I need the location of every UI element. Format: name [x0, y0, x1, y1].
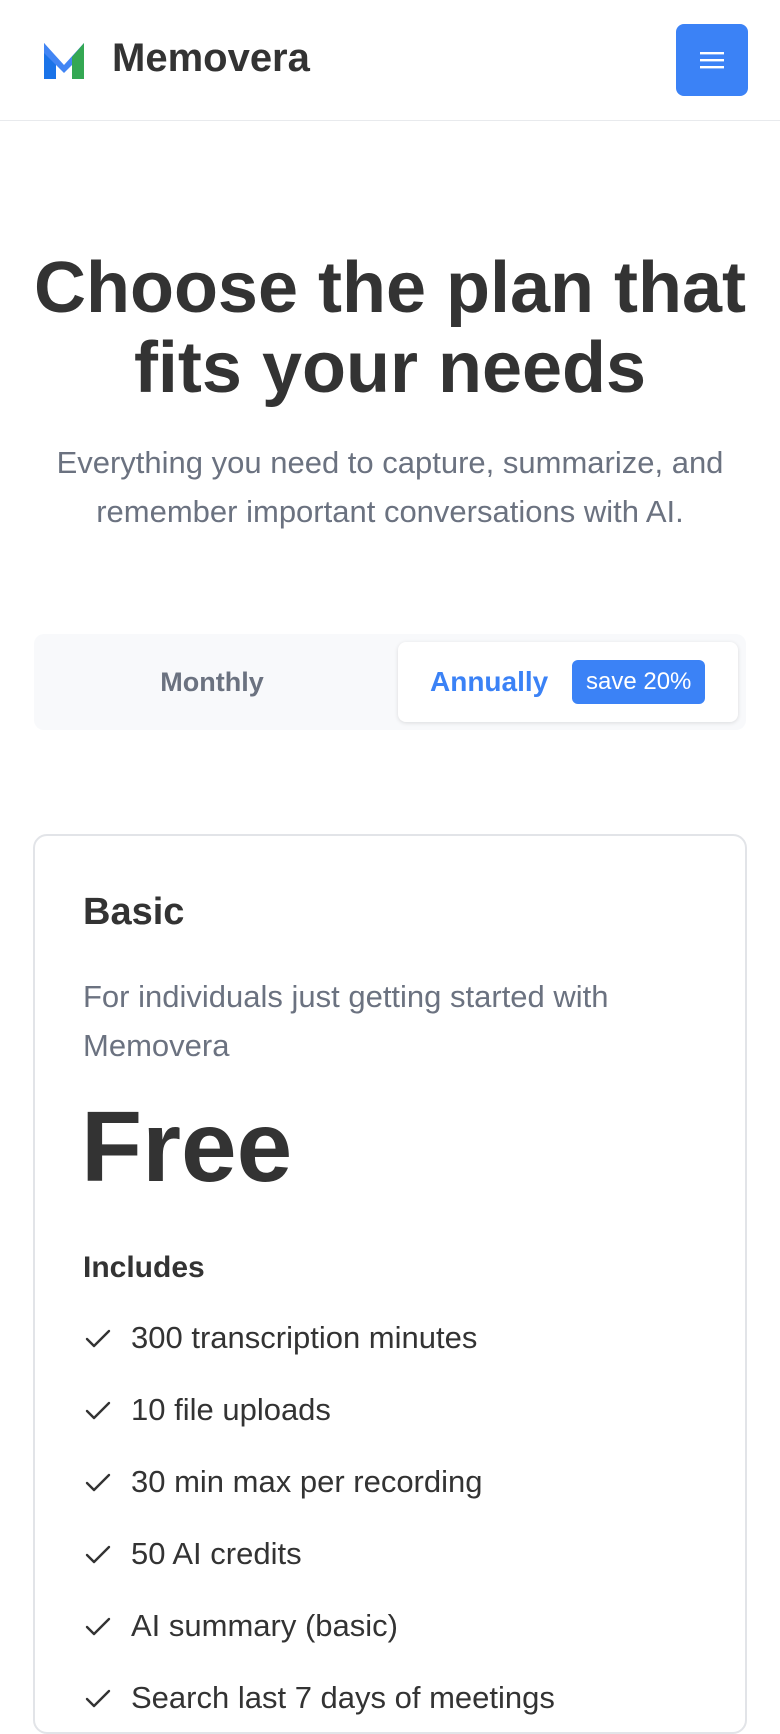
feature-item: AI summary (basic)	[83, 1590, 555, 1662]
feature-label: AI summary (basic)	[131, 1608, 398, 1643]
feature-label: 10 file uploads	[131, 1392, 331, 1427]
plan-description: For individuals just getting started wit…	[83, 979, 609, 1063]
check-icon	[85, 1401, 111, 1420]
check-icon	[85, 1329, 111, 1348]
check-icon	[85, 1617, 111, 1636]
billing-monthly-option[interactable]: Monthly	[34, 634, 390, 730]
feature-label: 30 min max per recording	[131, 1464, 483, 1499]
menu-button[interactable]	[676, 24, 748, 96]
feature-item: 30 min max per recording	[83, 1446, 555, 1518]
feature-item: Search last 7 days of meetings	[83, 1662, 555, 1734]
feature-label: 300 transcription minutes	[131, 1320, 478, 1355]
plan-price: Free	[81, 1091, 293, 1203]
billing-annual-option[interactable]: Annually save 20%	[398, 642, 738, 722]
brand-name[interactable]: Memovera	[112, 34, 310, 82]
check-icon	[85, 1473, 111, 1492]
hamburger-icon	[700, 52, 724, 69]
check-icon	[85, 1545, 111, 1564]
feature-item: 10 file uploads	[83, 1374, 555, 1446]
top-header: Memovera	[0, 0, 780, 121]
feature-label: Search last 7 days of meetings	[131, 1680, 555, 1715]
plan-card-basic: Basic For individuals just getting start…	[33, 834, 747, 1734]
feature-list: 300 transcription minutes 10 file upload…	[83, 1302, 555, 1734]
page-subtitle: Everything you need to capture, summariz…	[56, 445, 724, 529]
page-title: Choose the plan that fits your needs	[33, 248, 747, 408]
feature-item: 300 transcription minutes	[83, 1302, 555, 1374]
includes-heading: Includes	[83, 1251, 205, 1284]
memovera-logo-icon[interactable]	[40, 37, 88, 81]
billing-annual-label: Annually	[430, 666, 549, 697]
feature-label: 50 AI credits	[131, 1536, 302, 1571]
billing-toggle: Monthly Annually save 20%	[34, 634, 746, 730]
plan-name: Basic	[83, 891, 185, 933]
save-badge: save 20%	[572, 660, 706, 704]
feature-item: 50 AI credits	[83, 1518, 555, 1590]
